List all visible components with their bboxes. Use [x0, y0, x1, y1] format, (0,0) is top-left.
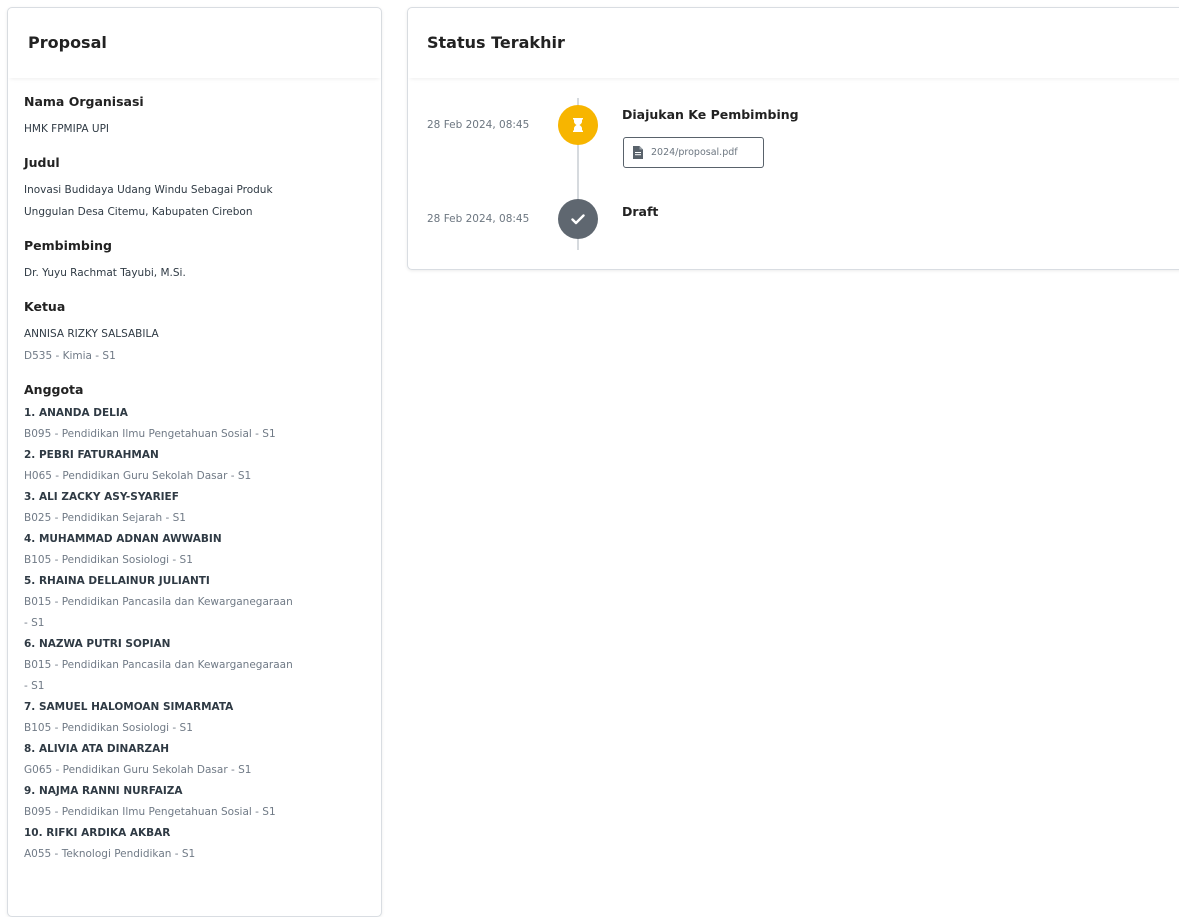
event-time: 28 Feb 2024, 08:45: [427, 213, 530, 225]
proposal-card-title: Proposal: [8, 8, 381, 78]
member-item: 3. ALI ZACKY ASY-SYARIEF B025 - Pendidik…: [24, 487, 381, 529]
ketua-detail: D535 - Kimia - S1: [24, 350, 116, 362]
proposal-file-link[interactable]: 2024/proposal.pdf: [623, 137, 764, 168]
member-detail: B095 - Pendidikan Ilmu Pengetahuan Sosia…: [24, 806, 276, 818]
ketua-name: ANNISA RIZKY SALSABILA: [24, 328, 159, 340]
member-name: 9. NAJMA RANNI NURFAIZA: [24, 785, 183, 797]
member-name: 2. PEBRI FATURAHMAN: [24, 449, 159, 461]
member-name: 3. ALI ZACKY ASY-SYARIEF: [24, 491, 179, 503]
member-detail: A055 - Teknologi Pendidikan - S1: [24, 848, 196, 860]
status-timeline: 28 Feb 2024, 08:45 Diajukan Ke Pembimbin…: [408, 78, 1179, 268]
member-detail: G065 - Pendidikan Guru Sekolah Dasar - S…: [24, 764, 252, 776]
member-detail: B105 - Pendidikan Sosiologi - S1: [24, 722, 193, 734]
member-item: 2. PEBRI FATURAHMAN H065 - Pendidikan Gu…: [24, 445, 381, 487]
leader-field: Ketua ANNISA RIZKY SALSABILA D535 - Kimi…: [24, 299, 381, 367]
file-icon: [633, 146, 643, 159]
check-glyph: [571, 213, 585, 224]
pembimbing-label: Pembimbing: [24, 238, 113, 253]
member-detail-cont: - S1: [24, 680, 45, 692]
member-detail: B015 - Pendidikan Pancasila dan Kewargan…: [24, 659, 293, 671]
event-time: 28 Feb 2024, 08:45: [427, 119, 530, 131]
member-name: 10. RIFKI ARDIKA AKBAR: [24, 827, 171, 839]
file-name: 2024/proposal.pdf: [651, 147, 738, 158]
member-name: 4. MUHAMMAD ADNAN AWWABIN: [24, 533, 222, 545]
pembimbing-value: Dr. Yuyu Rachmat Tayubi, M.Si.: [24, 267, 186, 279]
member-detail-cont: - S1: [24, 617, 45, 629]
organization-field: Nama Organisasi HMK FPMIPA UPI: [24, 94, 381, 140]
hourglass-icon: [558, 105, 598, 145]
hourglass-glyph: [573, 118, 583, 132]
member-detail: B015 - Pendidikan Pancasila dan Kewargan…: [24, 596, 293, 608]
member-item: 9. NAJMA RANNI NURFAIZA B095 - Pendidika…: [24, 781, 381, 823]
organization-label: Nama Organisasi: [24, 94, 144, 109]
status-card-title: Status Terakhir: [408, 8, 1179, 78]
status-card: Status Terakhir 28 Feb 2024, 08:45 Diaju…: [407, 7, 1179, 270]
member-list: 1. ANANDA DELIA B095 - Pendidikan Ilmu P…: [24, 403, 381, 865]
event-title: Diajukan Ke Pembimbing: [622, 107, 799, 122]
member-item: 1. ANANDA DELIA B095 - Pendidikan Ilmu P…: [24, 403, 381, 445]
member-item: 8. ALIVIA ATA DINARZAH G065 - Pendidikan…: [24, 739, 381, 781]
member-item: 7. SAMUEL HALOMOAN SIMARMATA B105 - Pend…: [24, 697, 381, 739]
anggota-label: Anggota: [24, 382, 84, 397]
organization-value: HMK FPMIPA UPI: [24, 123, 109, 135]
event-title: Draft: [622, 204, 659, 219]
judul-value-line1: Inovasi Budidaya Udang Windu Sebagai Pro…: [24, 184, 273, 196]
proposal-details: Nama Organisasi HMK FPMIPA UPI Judul Ino…: [8, 78, 381, 865]
member-name: 8. ALIVIA ATA DINARZAH: [24, 743, 170, 755]
member-name: 1. ANANDA DELIA: [24, 407, 128, 419]
members-field: Anggota 1. ANANDA DELIA B095 - Pendidika…: [24, 382, 381, 865]
member-item: 4. MUHAMMAD ADNAN AWWABIN B105 - Pendidi…: [24, 529, 381, 571]
member-item: 6. NAZWA PUTRI SOPIAN B015 - Pendidikan …: [24, 634, 381, 697]
member-detail: B025 - Pendidikan Sejarah - S1: [24, 512, 186, 524]
check-icon: [558, 199, 598, 239]
judul-value-line2: Unggulan Desa Citemu, Kabupaten Cirebon: [24, 206, 253, 218]
member-name: 6. NAZWA PUTRI SOPIAN: [24, 638, 171, 650]
proposal-card: Proposal Nama Organisasi HMK FPMIPA UPI …: [7, 7, 382, 917]
member-detail: B105 - Pendidikan Sosiologi - S1: [24, 554, 193, 566]
member-item: 5. RHAINA DELLAINUR JULIANTI B015 - Pend…: [24, 571, 381, 634]
member-detail: H065 - Pendidikan Guru Sekolah Dasar - S…: [24, 470, 252, 482]
member-item: 10. RIFKI ARDIKA AKBAR A055 - Teknologi …: [24, 823, 381, 865]
member-detail: B095 - Pendidikan Ilmu Pengetahuan Sosia…: [24, 428, 276, 440]
member-name: 7. SAMUEL HALOMOAN SIMARMATA: [24, 701, 234, 713]
supervisor-field: Pembimbing Dr. Yuyu Rachmat Tayubi, M.Si…: [24, 238, 381, 284]
member-name: 5. RHAINA DELLAINUR JULIANTI: [24, 575, 210, 587]
judul-label: Judul: [24, 155, 60, 170]
title-field: Judul Inovasi Budidaya Udang Windu Sebag…: [24, 155, 381, 223]
ketua-label: Ketua: [24, 299, 66, 314]
